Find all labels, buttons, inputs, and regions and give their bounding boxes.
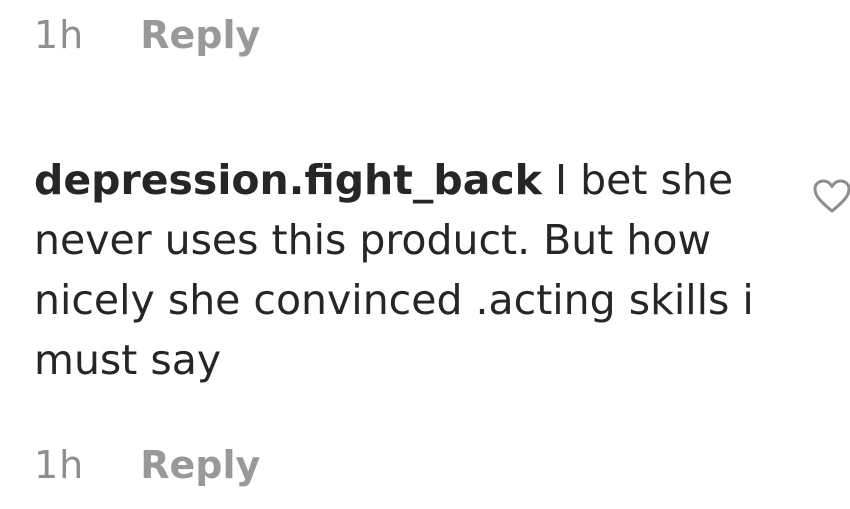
previous-comment-timestamp: 1h [34, 13, 85, 57]
comment-timestamp: 1h [34, 443, 85, 487]
comment-body: depression.fight_back I bet she never us… [34, 150, 774, 390]
comment-meta: 1h Reply [34, 442, 260, 488]
previous-comment-meta: 1h Reply [34, 12, 260, 58]
previous-comment-reply-button[interactable]: Reply [140, 12, 260, 58]
comment-reply-button[interactable]: Reply [140, 442, 260, 488]
comment-username[interactable]: depression.fight_back [34, 156, 542, 204]
like-heart-icon[interactable] [812, 178, 850, 214]
comment-thread: 1h Reply depression.fight_back I bet she… [0, 0, 850, 509]
